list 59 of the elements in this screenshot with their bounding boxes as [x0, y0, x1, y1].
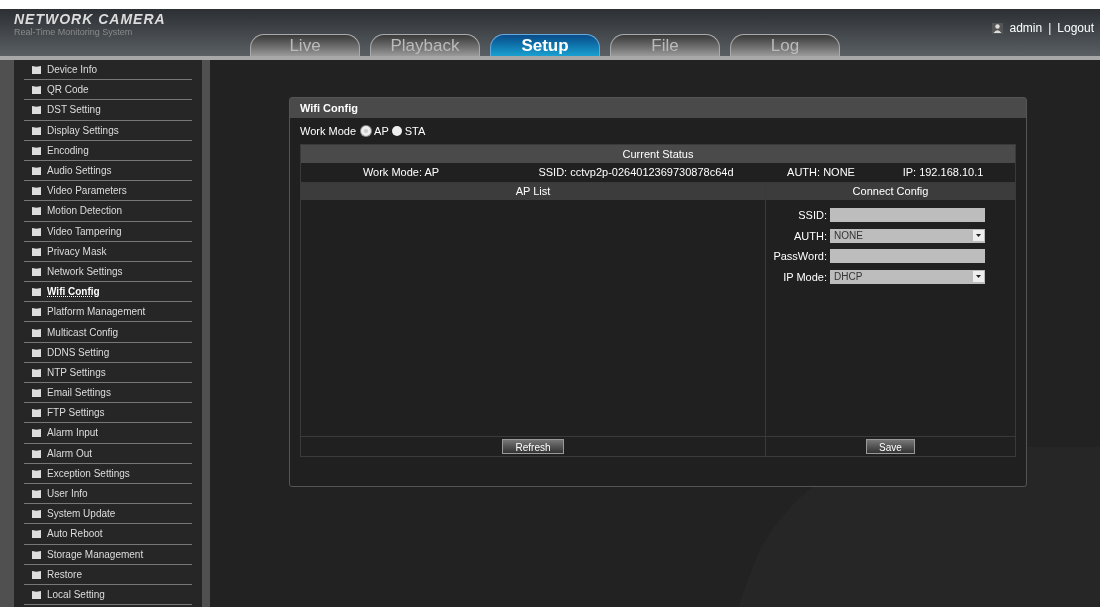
sidebar-item[interactable]: Display Settings	[24, 120, 192, 141]
sidebar-item[interactable]: Alarm Input	[24, 423, 192, 444]
field-label: SSID:	[797, 208, 827, 223]
sidebar-item[interactable]: Encoding	[24, 140, 192, 161]
input-field[interactable]	[830, 208, 985, 223]
sidebar-item[interactable]: FTP Settings	[24, 403, 192, 424]
status-value: IP: 192.168.10.1	[901, 165, 985, 181]
sidebar-item[interactable]: QR Code	[24, 80, 192, 101]
caret-icon	[973, 230, 984, 242]
nav-tab[interactable]: Setup	[490, 34, 600, 56]
section-header: Current Status	[301, 145, 1015, 163]
section-header: AP List	[301, 183, 765, 200]
sidebar-item[interactable]: Video Parameters	[24, 181, 192, 202]
sidebar-item[interactable]: Local Setting	[24, 584, 192, 606]
sidebar-item[interactable]: Restore	[24, 564, 192, 585]
input-field[interactable]	[830, 249, 985, 264]
dropdown[interactable]: DHCP	[830, 269, 985, 284]
radio-button[interactable]	[391, 126, 402, 136]
field-label: PassWord:	[772, 249, 827, 264]
field-label: AUTH:	[793, 228, 827, 244]
sidebar-item[interactable]: DDNS Setting	[24, 342, 192, 363]
sidebar-item[interactable]: Network Settings	[24, 261, 192, 283]
field-label: IP Mode:	[782, 269, 827, 285]
work-mode-label: Work Mode	[300, 123, 357, 139]
user-icon	[992, 22, 1004, 34]
refresh-button[interactable]: Refresh	[502, 439, 564, 454]
username: admin	[1009, 20, 1043, 37]
logout-link[interactable]: Logout	[1057, 19, 1094, 37]
sidebar-item[interactable]: Storage Management	[24, 544, 192, 565]
save-button[interactable]: Save	[866, 439, 915, 454]
section-header: Connect Config	[766, 183, 1015, 200]
radio-label: AP	[374, 123, 389, 139]
radio-label: STA	[404, 123, 426, 139]
status-value: SSID: cctvp2p-0264012369730878c64d	[537, 165, 735, 181]
sidebar-item[interactable]: System Update	[24, 504, 192, 525]
sidebar-item[interactable]: Motion Detection	[24, 201, 192, 222]
sidebar-item[interactable]: Privacy Mask	[24, 241, 192, 262]
sidebar-item[interactable]: Wifi Config	[24, 282, 192, 303]
status-value: AUTH: NONE	[786, 165, 856, 181]
sidebar-item[interactable]: Audio Settings	[24, 160, 192, 182]
sidebar-item[interactable]: Multicast Config	[24, 322, 192, 343]
caret-icon	[973, 271, 984, 283]
status-value: Work Mode: AP	[361, 165, 441, 181]
subtitle: Real-Time Monitoring System	[14, 27, 134, 37]
sidebar-item[interactable]: DST Setting	[24, 100, 192, 121]
sidebar-item[interactable]: Alarm Out	[24, 443, 192, 464]
panel-title: Wifi Config	[290, 98, 1026, 118]
sidebar-item[interactable]: NTP Settings	[24, 362, 192, 383]
sidebar-item[interactable]: User Info	[24, 483, 192, 505]
sidebar-item[interactable]: Device Info	[24, 60, 192, 81]
separator: |	[1048, 20, 1052, 37]
sidebar-item[interactable]: Video Tampering	[24, 221, 192, 242]
dropdown[interactable]: NONE	[830, 228, 985, 243]
logo-text: NETWORK CAMERA	[14, 11, 166, 27]
sidebar-item[interactable]: Email Settings	[24, 383, 192, 404]
sidebar-item[interactable]: Platform Management	[24, 302, 192, 323]
sidebar-item[interactable]: Exception Settings	[24, 463, 192, 484]
sidebar-item[interactable]: Auto Reboot	[24, 524, 192, 545]
radio-button[interactable]	[361, 126, 372, 136]
